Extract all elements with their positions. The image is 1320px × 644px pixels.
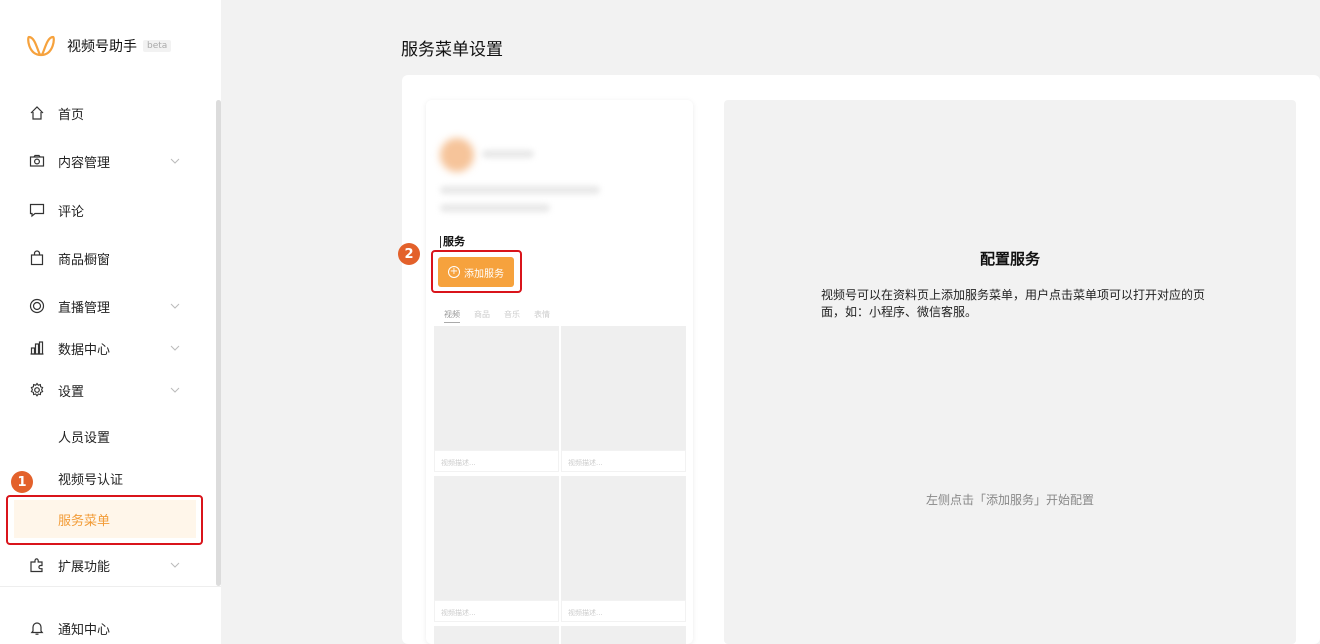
gear-icon [28,381,46,399]
sidebar-item-notifications[interactable]: 通知中心 [0,608,216,644]
logo-icon [27,35,55,57]
video-tile-caption: 视频描述... [434,600,559,622]
profile-preview: 服务 视频 商品 音乐 表情 视频描述... 视频描述... 视频描述... 视… [426,100,693,644]
app-name: 视频号助手 [67,39,137,55]
sidebar-item-data[interactable]: 数据中心 [0,328,216,368]
sidebar-subitem-members[interactable]: 人员设置 [0,417,216,455]
shopping-bag-icon [28,249,46,267]
sidebar-item-label: 商品橱窗 [58,252,111,268]
blurred-bio-line [440,204,550,212]
camera-icon [28,152,46,170]
sidebar-item-settings[interactable]: 设置 [0,370,216,410]
preview-tab: 视频 [444,309,460,323]
video-tile [434,476,559,600]
config-panel: 配置服务 视频号可以在资料页上添加服务菜单，用户点击菜单项可以打开对应的页面，如… [724,100,1296,644]
chevron-down-icon [170,158,180,164]
page-title: 服务菜单设置 [401,40,503,60]
step-badge-1: 1 [11,471,33,493]
puzzle-icon [28,556,46,574]
chevron-down-icon [170,562,180,568]
sidebar-item-comments[interactable]: 评论 [0,190,216,230]
sidebar-item-label: 评论 [58,204,85,220]
highlight-box-service-menu [6,495,203,545]
sidebar-item-label: 数据中心 [58,342,111,358]
sidebar-item-showcase[interactable]: 商品橱窗 [0,238,216,278]
sidebar-item-label: 设置 [58,384,85,400]
blurred-name [482,150,534,158]
home-icon [28,104,46,122]
chevron-down-icon [170,345,180,351]
sidebar-item-label: 内容管理 [58,155,111,171]
sidebar-item-home[interactable]: 首页 [0,93,216,133]
app-logo[interactable]: 视频号助手 beta [26,33,172,59]
video-tile [561,476,686,600]
video-tile [434,326,559,450]
live-icon [28,297,46,315]
blurred-bio-line [440,186,600,194]
config-hint: 左侧点击「添加服务」开始配置 [925,493,1094,507]
chart-icon [28,339,46,357]
bell-icon [28,619,46,637]
beta-badge: beta [143,40,172,52]
sidebar: 视频号助手 beta 首页 内容管理 评论 商品橱窗 直播管理 数据中心 设置 … [0,0,221,644]
sidebar-item-label: 通知中心 [58,622,111,638]
preview-tab: 表情 [534,310,550,319]
video-tile-caption: 视频描述... [561,450,686,472]
preview-tabs: 视频 商品 音乐 表情 [444,309,550,323]
sidebar-item-label: 首页 [58,107,85,123]
sidebar-item-label: 扩展功能 [58,559,111,575]
service-section-label: 服务 [440,236,465,248]
step-badge-2: 2 [398,243,420,265]
video-tile-caption: 视频描述... [434,450,559,472]
video-tile [561,626,686,644]
chevron-down-icon [170,303,180,309]
video-tile [434,626,559,644]
sidebar-item-content[interactable]: 内容管理 [0,141,216,181]
comment-icon [28,201,46,219]
preview-tab: 音乐 [504,310,520,319]
sidebar-scrollbar[interactable] [216,100,221,586]
video-tile [561,326,686,450]
video-tile-caption: 视频描述... [561,600,686,622]
chevron-down-icon [170,387,180,393]
preview-tab: 商品 [474,310,490,319]
sidebar-subitem-label: 人员设置 [58,430,111,446]
blurred-avatar [440,138,474,172]
sidebar-subitem-label: 视频号认证 [58,472,124,488]
sidebar-divider [0,586,221,587]
config-description: 视频号可以在资料页上添加服务菜单，用户点击菜单项可以打开对应的页面，如：小程序、… [821,288,1206,319]
sidebar-item-extensions[interactable]: 扩展功能 [0,545,216,585]
sidebar-item-label: 直播管理 [58,300,111,316]
config-title: 配置服务 [979,250,1040,268]
sidebar-item-live[interactable]: 直播管理 [0,286,216,326]
highlight-box-add-service [431,250,522,293]
